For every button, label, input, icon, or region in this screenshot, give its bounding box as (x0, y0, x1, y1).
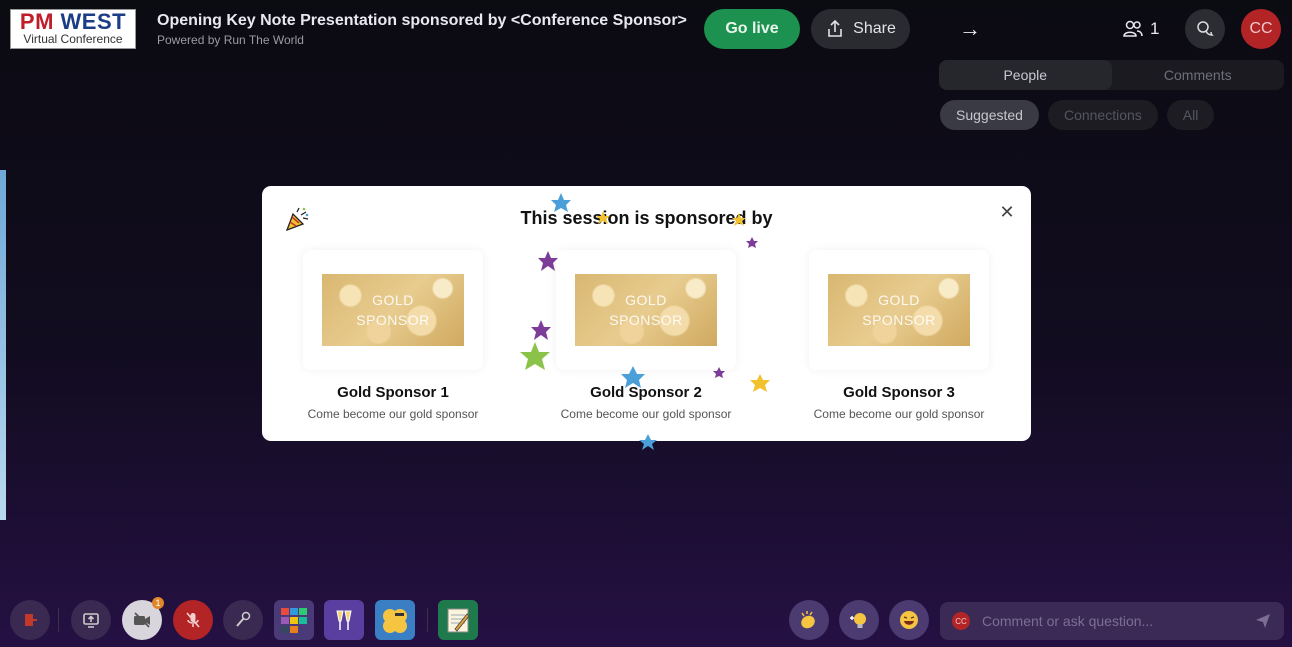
video-badge: 1 (152, 597, 164, 609)
header: PM WEST Virtual Conference Opening Key N… (0, 0, 1292, 58)
user-avatar[interactable]: CC (1241, 9, 1281, 49)
sponsor-modal: This session is sponsored by ✕ GOLD SPON… (262, 186, 1031, 441)
emoji-icon (383, 609, 407, 633)
filter-all[interactable]: All (1166, 100, 1215, 130)
panel-tabs: People Comments (939, 60, 1284, 90)
leave-button[interactable] (10, 600, 50, 640)
apps-icon (281, 608, 307, 633)
sponsor-description: Come become our gold sponsor (307, 407, 479, 421)
sponsor-name: Gold Sponsor 1 (337, 384, 449, 401)
laugh-icon (900, 611, 918, 629)
comment-input[interactable] (982, 613, 1242, 629)
chat-button[interactable] (1185, 9, 1225, 49)
sponsor-description: Come become our gold sponsor (813, 407, 985, 421)
divider (427, 608, 428, 632)
divider (58, 608, 59, 632)
logo-west: WEST (60, 9, 127, 34)
modal-title: This session is sponsored by (520, 208, 773, 228)
microphone-button[interactable] (223, 600, 263, 640)
attendee-count-value: 1 (1150, 19, 1160, 38)
video-toggle-button[interactable]: 1 (122, 597, 164, 640)
share-button[interactable]: Share (811, 9, 910, 49)
notepad-button[interactable] (438, 600, 478, 640)
idea-icon (850, 613, 866, 628)
sponsor-card[interactable]: GOLD SPONSOR (809, 250, 989, 370)
sponsor-name: Gold Sponsor 2 (590, 384, 702, 401)
sponsor-item[interactable]: GOLD SPONSOR Gold Sponsor 2 Come become … (515, 250, 777, 421)
sponsor-logo-image: GOLD SPONSOR (828, 274, 970, 346)
sponsor-card[interactable]: GOLD SPONSOR (303, 250, 483, 370)
screen-share-icon (83, 613, 99, 628)
session-title: Opening Key Note Presentation sponsored … (157, 12, 687, 29)
comment-avatar: CC (952, 612, 970, 630)
mic-off-icon (186, 612, 200, 628)
sponsor-description: Come become our gold sponsor (560, 407, 732, 421)
sponsor-item[interactable]: GOLD SPONSOR Gold Sponsor 1 Come become … (262, 250, 524, 421)
cheers-button[interactable] (324, 600, 364, 640)
attendee-count[interactable]: 1 (1122, 16, 1159, 42)
session-title-block: Opening Key Note Presentation sponsored … (157, 12, 687, 47)
left-edge-strip (0, 170, 6, 520)
bottom-controls: 1 CC Comment or ask question... (0, 597, 1292, 644)
leave-icon (25, 614, 37, 626)
tab-people[interactable]: People (939, 60, 1112, 90)
mic-toggle-button[interactable] (173, 600, 213, 640)
arrow-right-icon[interactable]: → (955, 16, 985, 42)
sponsor-logo-image: GOLD SPONSOR (575, 274, 717, 346)
video-off-icon (134, 612, 150, 628)
cheers-icon (336, 610, 352, 630)
logo-subtitle: Virtual Conference (23, 32, 123, 46)
comment-box: CC (940, 602, 1284, 640)
screen-share-button[interactable] (71, 600, 111, 640)
apps-button[interactable] (274, 600, 314, 640)
sponsor-item[interactable]: GOLD SPONSOR Gold Sponsor 3 Come become … (768, 250, 1030, 421)
filter-suggested[interactable]: Suggested (940, 100, 1039, 130)
go-live-button[interactable]: Go live (704, 9, 800, 49)
tab-comments[interactable]: Comments (1112, 60, 1285, 90)
emoji-button[interactable] (375, 600, 415, 640)
sponsor-card[interactable]: GOLD SPONSOR (556, 250, 736, 370)
idea-reaction-button[interactable] (839, 600, 879, 640)
filter-connections[interactable]: Connections (1047, 100, 1158, 130)
powered-by: Powered by Run The World (157, 33, 304, 47)
sponsor-name: Gold Sponsor 3 (843, 384, 955, 401)
share-icon (828, 19, 842, 37)
share-label: Share (853, 20, 896, 37)
send-icon[interactable] (1254, 612, 1272, 630)
logo-pm: PM (19, 9, 54, 34)
clap-reaction-button[interactable] (789, 600, 829, 640)
close-icon[interactable]: ✕ (999, 203, 1015, 221)
conference-logo: PM WEST Virtual Conference (10, 9, 136, 49)
sponsor-logo-image: GOLD SPONSOR (322, 274, 464, 346)
clap-icon (801, 611, 815, 629)
laugh-reaction-button[interactable] (889, 600, 929, 640)
microphone-icon (236, 611, 251, 627)
chat-icon (1197, 21, 1214, 36)
notepad-icon (447, 608, 470, 633)
people-icon (1123, 20, 1143, 37)
people-filters: Suggested Connections All (940, 100, 1215, 130)
